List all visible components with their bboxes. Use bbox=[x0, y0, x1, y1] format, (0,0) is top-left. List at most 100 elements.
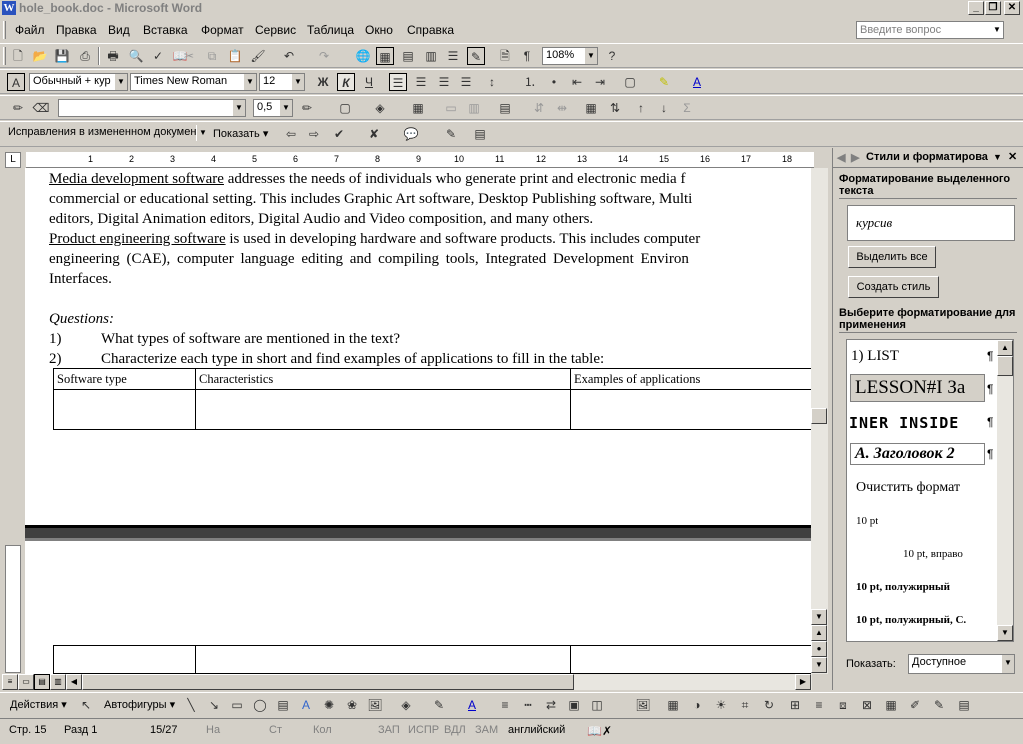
fill-color-icon[interactable]: ◈ bbox=[397, 696, 415, 714]
format-picture-icon[interactable]: ▦ bbox=[882, 696, 900, 714]
autoshapes-menu[interactable]: Автофигуры ▾ bbox=[104, 698, 175, 711]
bold-button[interactable]: Ж bbox=[314, 73, 332, 91]
color-icon[interactable]: ▦ bbox=[664, 696, 682, 714]
scroll-right-icon[interactable]: ▶ bbox=[795, 674, 811, 690]
chevron-down-icon[interactable]: ▼ bbox=[196, 125, 209, 141]
help-icon[interactable]: ? bbox=[603, 47, 621, 65]
text-wrap-icon[interactable]: ⊞ bbox=[786, 696, 804, 714]
styles-list-scrollbar[interactable]: ▲ ▼ bbox=[997, 340, 1013, 641]
scroll-thumb[interactable] bbox=[997, 356, 1013, 376]
font-select[interactable]: Times New Roman ▼ bbox=[130, 73, 257, 91]
eraser-icon[interactable]: ⌫ bbox=[32, 99, 50, 117]
open-folder-icon[interactable]: 📂 bbox=[31, 47, 49, 65]
chevron-down-icon[interactable]: ▼ bbox=[1001, 655, 1014, 673]
image-toolbar-icon[interactable]: 🖼 bbox=[634, 696, 652, 714]
status-overtype[interactable]: ЗАМ bbox=[475, 724, 498, 736]
web-view-icon[interactable]: ▭ bbox=[18, 674, 34, 690]
table-cell[interactable] bbox=[53, 645, 196, 674]
menu-insert[interactable]: Вставка bbox=[143, 23, 188, 37]
font-color-icon[interactable]: A bbox=[463, 696, 481, 714]
brightness-icon[interactable]: ☀ bbox=[712, 696, 730, 714]
rotate-icon[interactable]: ↻ bbox=[760, 696, 778, 714]
line-spacing-icon[interactable]: ↕ bbox=[483, 73, 501, 91]
show-select[interactable]: Доступное ▼ bbox=[908, 654, 1015, 674]
outside-border-icon[interactable]: ▢ bbox=[336, 99, 354, 117]
line-style-select[interactable]: ▼ bbox=[58, 99, 246, 117]
menu-view[interactable]: Вид bbox=[108, 23, 130, 37]
table-header-cell[interactable]: Software type bbox=[53, 368, 196, 390]
contrast-icon[interactable]: ◑ bbox=[688, 696, 706, 714]
tables-borders-icon[interactable]: ▦ bbox=[376, 47, 394, 65]
back-icon[interactable]: ◀ bbox=[837, 151, 845, 164]
horizontal-scrollbar[interactable]: ◀ ▶ bbox=[66, 674, 812, 690]
drawing-icon[interactable]: ✎ bbox=[467, 47, 485, 65]
menu-file[interactable]: Файл bbox=[15, 23, 45, 37]
reviewing-pane-icon[interactable]: ▤ bbox=[471, 125, 489, 143]
menu-window[interactable]: Окно bbox=[365, 23, 393, 37]
status-track[interactable]: ИСПР bbox=[408, 724, 439, 736]
arrow-style-icon[interactable]: ⇄ bbox=[542, 696, 560, 714]
insert-table-icon[interactable]: ▦ bbox=[409, 99, 427, 117]
vertical-scrollbar[interactable]: ▼ ▲ ● ▼ bbox=[811, 168, 828, 674]
style-item[interactable]: 10 pt, вправо bbox=[903, 548, 963, 560]
help-dropdown-icon[interactable]: ▼ bbox=[991, 22, 1003, 38]
sort-asc-icon[interactable]: ↑ bbox=[632, 99, 650, 117]
menu-tools[interactable]: Сервис bbox=[255, 23, 296, 37]
next-page-icon[interactable]: ▼ bbox=[811, 657, 827, 673]
shadow-icon[interactable]: ▣ bbox=[565, 696, 583, 714]
3d-icon[interactable]: ◫ bbox=[588, 696, 606, 714]
font-color-icon[interactable]: A bbox=[688, 73, 706, 91]
maximize-button[interactable]: ❐ bbox=[985, 1, 1001, 15]
select-browse-object-icon[interactable]: ● bbox=[811, 641, 827, 657]
redo-icon[interactable]: ↷ bbox=[315, 47, 333, 65]
textbox-icon[interactable]: ▤ bbox=[274, 696, 292, 714]
tab-selector[interactable]: L bbox=[5, 152, 21, 168]
new-document-icon[interactable]: 🗋 bbox=[9, 47, 27, 65]
chevron-down-icon[interactable]: ▼ bbox=[584, 48, 597, 64]
horizontal-scroll-thumb[interactable] bbox=[82, 674, 574, 690]
show-markup-button[interactable]: Показать ▾ bbox=[213, 127, 268, 140]
table-cell[interactable] bbox=[53, 389, 196, 430]
reading-view-icon[interactable]: ▥ bbox=[50, 674, 66, 690]
reject-change-icon[interactable]: ✘ bbox=[365, 125, 383, 143]
minimize-button[interactable]: _ bbox=[968, 1, 984, 15]
normal-view-icon[interactable]: ≡ bbox=[2, 674, 18, 690]
document-area[interactable]: Media development software addresses the… bbox=[25, 168, 811, 674]
sort-desc-icon[interactable]: ↓ bbox=[655, 99, 673, 117]
close-button[interactable]: ✕ bbox=[1004, 1, 1020, 15]
menu-edit[interactable]: Правка bbox=[56, 23, 97, 37]
underline-button[interactable]: Ч bbox=[360, 73, 378, 91]
line-style-icon[interactable]: ≡ bbox=[496, 696, 514, 714]
insert-excel-icon[interactable]: ▥ bbox=[422, 47, 440, 65]
print-preview-icon[interactable]: 🔍 bbox=[127, 47, 145, 65]
clear-formatting-item[interactable]: Очистить формат bbox=[856, 480, 960, 496]
chevron-down-icon[interactable]: ▼ bbox=[279, 100, 292, 116]
spelling-status-icon[interactable]: 📖✗ bbox=[587, 724, 612, 738]
chevron-down-icon[interactable]: ▼ bbox=[114, 74, 127, 90]
diagram-icon[interactable]: ✺ bbox=[320, 696, 338, 714]
menu-help[interactable]: Справка bbox=[407, 23, 454, 37]
autosum-icon[interactable]: Σ bbox=[678, 99, 696, 117]
rectangle-icon[interactable]: ▭ bbox=[228, 696, 246, 714]
select-objects-icon[interactable]: ↖ bbox=[77, 696, 95, 714]
style-select[interactable]: Обычный + кур ▼ bbox=[29, 73, 128, 91]
copy-icon[interactable]: ⧉ bbox=[203, 47, 221, 65]
previous-change-icon[interactable]: ⇦ bbox=[282, 125, 300, 143]
align-cell-icon[interactable]: ▤ bbox=[496, 99, 514, 117]
style-item[interactable]: 1) LIST bbox=[851, 348, 899, 365]
zoom-select[interactable]: 108% ▼ bbox=[542, 47, 598, 65]
styles-list[interactable]: 1) LIST ¶ LESSON#I За ¶ INER INSIDE ¶ A.… bbox=[846, 339, 1014, 642]
highlight-icon[interactable]: ✎ bbox=[655, 73, 673, 91]
document-page[interactable]: Media development software addresses the… bbox=[25, 168, 811, 525]
show-hide-icon[interactable]: ¶ bbox=[518, 47, 536, 65]
wrap-icon[interactable]: ⊠ bbox=[858, 696, 876, 714]
align-left-icon[interactable]: ☰ bbox=[389, 73, 407, 91]
draw-table-icon[interactable]: ✏ bbox=[9, 99, 27, 117]
style-item[interactable]: 10 pt bbox=[856, 515, 878, 527]
hyperlink-icon[interactable]: 🌐 bbox=[354, 47, 372, 65]
table-cell[interactable] bbox=[195, 645, 571, 674]
increase-indent-icon[interactable]: ⇥ bbox=[591, 73, 609, 91]
current-format-box[interactable]: курсив bbox=[847, 205, 1015, 241]
chevron-down-icon[interactable]: ▼ bbox=[243, 74, 256, 90]
spelling-icon[interactable]: ✓ bbox=[149, 47, 167, 65]
